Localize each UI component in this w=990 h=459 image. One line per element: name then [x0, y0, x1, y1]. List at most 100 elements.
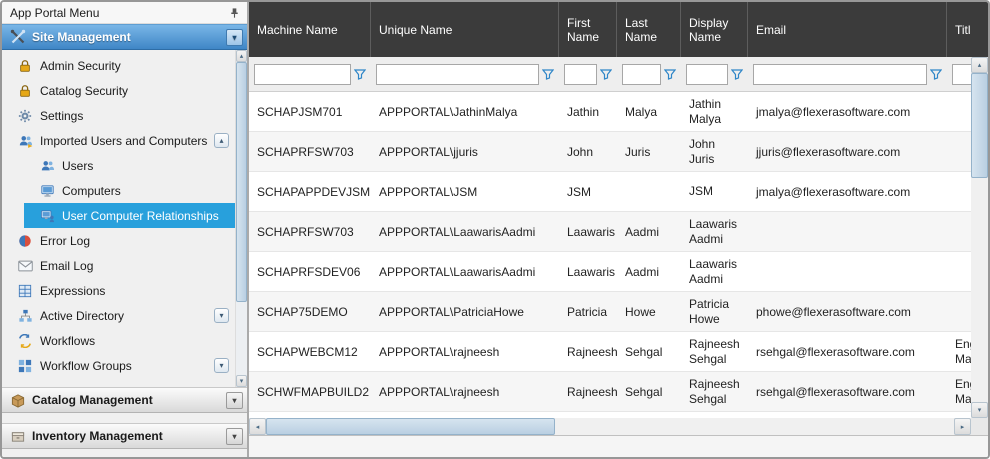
sidebar-item-settings[interactable]: Settings [2, 103, 235, 128]
cell-last-name [617, 172, 681, 211]
filter-input-display-name[interactable] [686, 64, 728, 85]
sidebar-item-imported-users-and-computers[interactable]: Imported Users and Computers▴ [2, 128, 235, 153]
grid-scroll-up-button[interactable]: ▴ [971, 57, 988, 73]
table-row[interactable]: SCHAPWEBCM12APPPORTAL\rajneeshRajneeshSe… [249, 332, 971, 372]
dropdown-button[interactable]: ▾ [214, 308, 229, 323]
filter-input-title[interactable] [952, 64, 971, 85]
grid-hscroll-track[interactable] [266, 418, 954, 435]
sidebar-scroll-thumb[interactable] [236, 62, 247, 302]
app-window: App Portal Menu Site Management ▾ Admin … [0, 0, 990, 459]
table-row[interactable]: SCHAPRFSW703APPPORTAL\LaawarisAadmiLaawa… [249, 212, 971, 252]
grid-horizontal-scrollbar[interactable]: ◂ ▸ [249, 418, 971, 435]
cell-unique-name: APPPORTAL\JSM [371, 172, 559, 211]
column-header-last-name[interactable]: Last Name [617, 2, 681, 57]
cell-unique-name: APPPORTAL\JathinMalya [371, 92, 559, 131]
cell-first-name: Laawaris [559, 252, 617, 291]
sidebar-item-user-computer-relationships[interactable]: User Computer Relationships [24, 203, 235, 228]
cell-display-name: Laawaris Aadmi [681, 252, 748, 291]
filter-funnel-icon[interactable] [930, 68, 942, 80]
sidebar-item-users[interactable]: Users [24, 153, 235, 178]
table-row[interactable]: SCHAPRFSW703APPPORTAL\jjurisJohnJurisJoh… [249, 132, 971, 172]
cell-display-name: Laawaris Aadmi [681, 212, 748, 251]
cell-display-name: Rajneesh Sehgal [681, 372, 748, 411]
grid-scroll-right-button[interactable]: ▸ [954, 418, 971, 435]
filter-input-email[interactable] [753, 64, 927, 85]
table-row[interactable]: SCHAPJSM701APPPORTAL\JathinMalyaJathinMa… [249, 92, 971, 132]
cell-unique-name: APPPORTAL\jjuris [371, 132, 559, 171]
filter-input-unique-name[interactable] [376, 64, 539, 85]
grid-hscroll-thumb[interactable] [266, 418, 555, 435]
column-header-machine-name[interactable]: Machine Name [249, 2, 371, 57]
section-label-catalog-management: Catalog Management [32, 393, 226, 407]
cell-machine-name: SCHAP75DEMO [249, 292, 371, 331]
cell-machine-name: SCHAPRFSW703 [249, 132, 371, 171]
table-row[interactable]: SCHWFMAPBUILD2APPPORTAL\rajneesh Rajneesh… [249, 372, 971, 412]
sidebar-item-error-log[interactable]: Error Log [2, 228, 235, 253]
sidebar-scroll-track[interactable] [236, 302, 247, 375]
sidebar-scrollbar[interactable]: ▴ ▾ [235, 50, 247, 387]
filter-funnel-icon[interactable] [664, 68, 676, 80]
grid-scroll-down-button[interactable]: ▾ [971, 402, 988, 418]
site-management-dropdown-button[interactable]: ▾ [226, 29, 243, 46]
cell-machine-name: SCHAPAPPDEVJSM [249, 172, 371, 211]
cell-last-name: Juris [617, 132, 681, 171]
sidebar-item-active-directory[interactable]: Active Directory▾ [2, 303, 235, 328]
section-inventory-management[interactable]: Inventory Management ▾ [2, 423, 247, 449]
filter-funnel-icon[interactable] [731, 68, 743, 80]
filter-input-last-name[interactable] [622, 64, 661, 85]
dropdown-button[interactable]: ▾ [214, 358, 229, 373]
cell-unique-name: APPPORTAL\PatriciaHowe [371, 292, 559, 331]
inventory-management-dropdown-button[interactable]: ▾ [226, 428, 243, 445]
filter-funnel-icon[interactable] [542, 68, 554, 80]
cell-unique-name: APPPORTAL\LaawarisAadmi [371, 212, 559, 251]
cell-display-name: JSM [681, 172, 748, 211]
sidebar-item-computers[interactable]: Computers [24, 178, 235, 203]
filter-cell-display-name [681, 57, 748, 91]
collapse-button[interactable]: ▴ [214, 133, 229, 148]
column-header-unique-name[interactable]: Unique Name [371, 2, 559, 57]
cell-title [947, 292, 971, 331]
cell-title: Engineering Manager [947, 332, 971, 371]
cell-email: jmalya@flexerasoftware.com [748, 92, 947, 131]
cell-machine-name: SCHWFMAPBUILD2 [249, 372, 371, 411]
sidebar-item-expressions[interactable]: Expressions [2, 278, 235, 303]
cell-first-name: Laawaris [559, 212, 617, 251]
pin-icon[interactable] [227, 7, 241, 19]
sidebar-scroll-up-button[interactable]: ▴ [236, 50, 247, 62]
sidebar-item-label: Workflows [40, 334, 235, 348]
column-header-email[interactable]: Email [748, 2, 947, 57]
grid-vertical-scrollbar[interactable]: ▴ ▾ [971, 2, 988, 418]
table-row[interactable]: SCHAP75DEMOAPPPORTAL\PatriciaHowePatrici… [249, 292, 971, 332]
sidebar-item-email-log[interactable]: Email Log [2, 253, 235, 278]
sidebar-item-catalog-security[interactable]: Catalog Security [2, 78, 235, 103]
table-row[interactable]: SCHAPAPPDEVJSMAPPPORTAL\JSMJSMJSMjmalya@… [249, 172, 971, 212]
sidebar-item-workflows[interactable]: Workflows [2, 328, 235, 353]
filter-input-machine-name[interactable] [254, 64, 351, 85]
section-label-inventory-management: Inventory Management [32, 429, 226, 443]
sidebar-item-admin-security[interactable]: Admin Security [2, 53, 235, 78]
imported-users-icon [16, 134, 34, 148]
column-header-title[interactable]: Title [947, 2, 971, 57]
cell-first-name: JSM [559, 172, 617, 211]
cell-title: Engineering Manager [947, 372, 971, 411]
filter-funnel-icon[interactable] [354, 68, 366, 80]
section-catalog-management[interactable]: Catalog Management ▾ [2, 387, 247, 413]
filter-input-first-name[interactable] [564, 64, 597, 85]
grid-scroll-left-button[interactable]: ◂ [249, 418, 266, 435]
catalog-management-dropdown-button[interactable]: ▾ [226, 392, 243, 409]
sidebar-menu: Admin SecurityCatalog SecuritySettingsIm… [2, 50, 247, 387]
grid-vscroll-thumb[interactable] [971, 73, 988, 178]
grid-vscroll-track[interactable] [971, 178, 988, 402]
column-header-first-name[interactable]: First Name [559, 2, 617, 57]
table-row[interactable]: SCHAPRFSDEV06APPPORTAL\LaawarisAadmiLaaw… [249, 252, 971, 292]
cell-last-name: Howe [617, 292, 681, 331]
sidebar-scroll-down-button[interactable]: ▾ [236, 375, 247, 387]
sidebar-item-workflow-groups[interactable]: Workflow Groups▾ [2, 353, 235, 378]
filter-funnel-icon[interactable] [600, 68, 612, 80]
cell-unique-name: APPPORTAL\rajneesh [371, 372, 559, 411]
section-site-management[interactable]: Site Management ▾ [2, 24, 247, 50]
column-header-display-name[interactable]: Display Name [681, 2, 748, 57]
sidebar-title: App Portal Menu [10, 6, 227, 20]
filter-cell-first-name [559, 57, 617, 91]
filter-cell-email [748, 57, 947, 91]
